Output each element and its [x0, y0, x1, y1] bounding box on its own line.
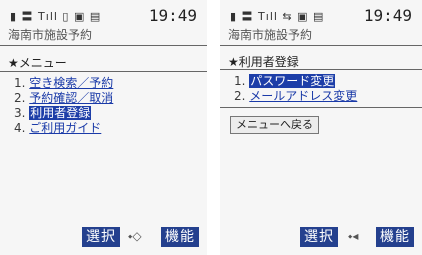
section-title: ★利用者登録 — [228, 55, 299, 69]
site-title: 海南市施設予約 — [8, 28, 93, 42]
function-softkey[interactable]: 機能 — [161, 227, 199, 247]
registration-menu: 1. パスワード変更 2. メールアドレス変更 — [234, 74, 357, 104]
menu-item-number: 3. — [14, 106, 26, 120]
menu-item-availability-search[interactable]: 1. 空き検索／予約 — [14, 76, 113, 91]
divider — [0, 71, 207, 72]
menu-item-reservation-check[interactable]: 2. 予約確認／取消 — [14, 91, 113, 106]
softkey-bar: 選択 ⬩◂ 機能 — [220, 227, 422, 247]
menu-item-password-change[interactable]: 1. パスワード変更 — [234, 74, 357, 89]
status-bar: ▮ 〓 Tıll ⇆ ▣ ▤ 19:49 — [224, 6, 418, 25]
status-icons: ▮ 〓 Tıll ⇆ ▣ ▤ — [230, 10, 325, 23]
menu-link[interactable]: 空き検索／予約 — [29, 76, 113, 90]
clock: 19:49 — [148, 6, 197, 25]
select-softkey[interactable]: 選択 — [82, 227, 120, 247]
menu-item-number: 2. — [14, 91, 26, 105]
softkey-bar: 選択 ⬩◇ 機能 — [0, 227, 207, 247]
menu-item-number: 2. — [234, 89, 246, 103]
menu-link[interactable]: メールアドレス変更 — [249, 89, 357, 103]
divider — [220, 45, 422, 46]
menu-link[interactable]: ご利用ガイド — [29, 121, 101, 135]
menu-item-number: 1. — [14, 76, 26, 90]
function-softkey[interactable]: 機能 — [376, 227, 414, 247]
status-icons: ▮ 〓 Tıll ▯ ▣ ▤ — [10, 10, 102, 23]
menu-item-email-change[interactable]: 2. メールアドレス変更 — [234, 89, 357, 104]
right-phone-screen: ▮ 〓 Tıll ⇆ ▣ ▤ 19:49 海南市施設予約 ★利用者登録 1. パ… — [220, 0, 422, 255]
main-menu: 1. 空き検索／予約 2. 予約確認／取消 3. 利用者登録 4. ご利用ガイド — [14, 76, 113, 136]
left-phone-screen: ▮ 〓 Tıll ▯ ▣ ▤ 19:49 海南市施設予約 ★メニュー 1. 空き… — [0, 0, 207, 255]
divider — [0, 45, 207, 46]
divider — [220, 107, 422, 108]
section-title: ★メニュー — [8, 56, 67, 70]
status-bar: ▮ 〓 Tıll ▯ ▣ ▤ 19:49 — [4, 6, 203, 25]
menu-item-user-registration[interactable]: 3. 利用者登録 — [14, 106, 113, 121]
menu-item-number: 1. — [234, 74, 246, 88]
site-title: 海南市施設予約 — [228, 28, 313, 42]
clock: 19:49 — [363, 6, 412, 25]
menu-link[interactable]: 予約確認／取消 — [29, 91, 113, 105]
back-to-menu-button[interactable]: メニューへ戻る — [230, 116, 319, 134]
menu-link-selected[interactable]: パスワード変更 — [249, 74, 336, 88]
divider — [220, 69, 422, 70]
menu-item-usage-guide[interactable]: 4. ご利用ガイド — [14, 121, 113, 136]
select-softkey[interactable]: 選択 — [300, 227, 338, 247]
navigation-key-icon: ⬩◇ — [128, 229, 142, 243]
navigation-key-icon: ⬩◂ — [348, 229, 359, 243]
menu-item-number: 4. — [14, 121, 26, 135]
menu-link-selected[interactable]: 利用者登録 — [29, 106, 92, 120]
